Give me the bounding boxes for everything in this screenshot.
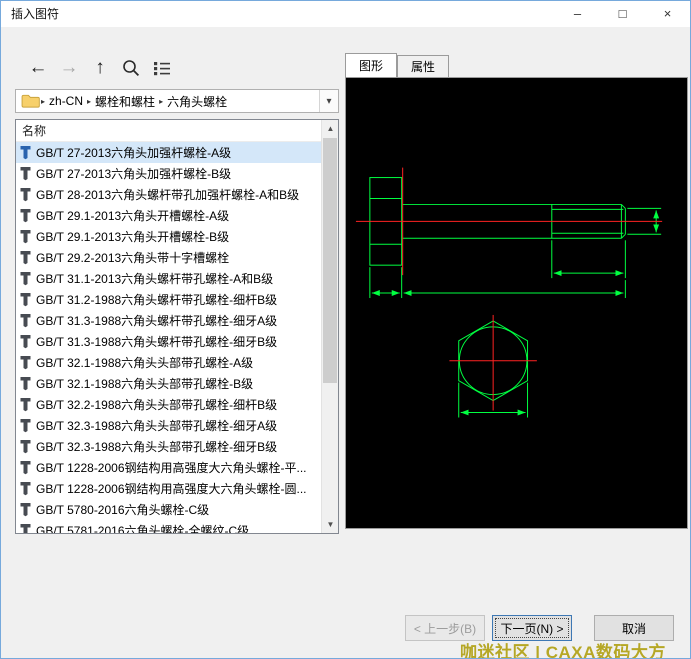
list-item[interactable]: GB/T 32.1-1988六角头头部带孔螺栓-B级 (16, 373, 321, 394)
list-item[interactable]: GB/T 31.2-1988六角头螺杆带孔螺栓-细杆B级 (16, 289, 321, 310)
bolt-icon (19, 418, 32, 433)
list-item[interactable]: GB/T 32.3-1988六角头头部带孔螺栓-细牙B级 (16, 436, 321, 457)
list-item[interactable]: GB/T 31.3-1988六角头螺杆带孔螺栓-细牙A级 (16, 310, 321, 331)
bolt-icon (19, 292, 32, 307)
breadcrumb-item-root[interactable]: zh-CN (46, 94, 86, 108)
bolt-icon (19, 250, 32, 265)
list-item[interactable]: GB/T 31.1-2013六角头螺杆带孔螺栓-A和B级 (16, 268, 321, 289)
bolt-icon (19, 355, 32, 370)
tab-graphic[interactable]: 图形 (345, 53, 397, 77)
list-item[interactable]: GB/T 32.1-1988六角头头部带孔螺栓-A级 (16, 352, 321, 373)
titlebar: 插入图符 – □ × (1, 1, 690, 27)
bolt-icon (19, 502, 32, 517)
list-item-label: GB/T 5780-2016六角头螺栓-C级 (36, 501, 209, 518)
list-item-label: GB/T 32.3-1988六角头头部带孔螺栓-细牙A级 (36, 417, 277, 434)
bolt-icon (19, 523, 32, 533)
breadcrumb-item-current[interactable]: 六角头螺栓 (164, 93, 230, 110)
bolt-icon (19, 229, 32, 244)
view-options-button[interactable] (151, 54, 173, 82)
list-item[interactable]: GB/T 27-2013六角头加强杆螺栓-A级 (16, 142, 321, 163)
back-button[interactable]: ← (27, 54, 49, 82)
list-item-label: GB/T 31.2-1988六角头螺杆带孔螺栓-细杆B级 (36, 291, 277, 308)
list-item[interactable]: GB/T 29.1-2013六角头开槽螺栓-B级 (16, 226, 321, 247)
list-item-label: GB/T 29.2-2013六角头带十字槽螺栓 (36, 249, 229, 266)
bolt-icon (19, 439, 32, 454)
tab-properties[interactable]: 属性 (397, 55, 449, 77)
chevron-down-icon: ▾ (326, 96, 331, 107)
bolt-icon (19, 397, 32, 412)
list-item-label: GB/T 31.3-1988六角头螺杆带孔螺栓-细牙B级 (36, 333, 277, 350)
scroll-down-icon[interactable]: ▼ (322, 516, 339, 533)
list-item-label: GB/T 28-2013六角头螺杆带孔加强杆螺栓-A和B级 (36, 186, 299, 203)
bolt-icon (19, 271, 32, 286)
list-item-label: GB/T 1228-2006钢结构用高强度大六角头螺栓-圆... (36, 480, 307, 497)
list-item-label: GB/T 32.3-1988六角头头部带孔螺栓-细牙B级 (36, 438, 277, 455)
close-button[interactable]: × (645, 1, 690, 27)
symbol-list-panel: 名称 GB/T 27-2013六角头加强杆螺栓-A级 GB/T 27-2013六… (15, 119, 339, 534)
list-item-label: GB/T 27-2013六角头加强杆螺栓-A级 (36, 144, 231, 161)
forward-button[interactable]: → (58, 54, 80, 82)
navigation-toolbar: ← → ↑ (27, 53, 173, 83)
list-item-label: GB/T 29.1-2013六角头开槽螺栓-A级 (36, 207, 229, 224)
list-item-label: GB/T 31.1-2013六角头螺杆带孔螺栓-A和B级 (36, 270, 273, 287)
insert-symbol-dialog: 插入图符 – □ × ← → ↑ (0, 0, 691, 659)
maximize-button[interactable]: □ (600, 1, 645, 27)
window-title: 插入图符 (11, 1, 59, 27)
list-item-label: GB/T 5781-2016六角头螺栓-全螺纹-C级 (36, 522, 249, 533)
list-item[interactable]: GB/T 1228-2006钢结构用高强度大六角头螺栓-圆... (16, 478, 321, 499)
list-item-label: GB/T 31.3-1988六角头螺杆带孔螺栓-细牙A级 (36, 312, 277, 329)
preview-tabstrip: 图形 属性 (345, 53, 449, 77)
search-button[interactable] (120, 54, 142, 82)
search-icon (121, 58, 141, 78)
details-view-icon (152, 59, 172, 77)
breadcrumb-item-category[interactable]: 螺栓和螺柱 (92, 93, 158, 110)
bolt-icon (19, 313, 32, 328)
window-controls: – □ × (555, 1, 690, 27)
bolt-icon (19, 481, 32, 496)
list-item[interactable]: GB/T 27-2013六角头加强杆螺栓-B级 (16, 163, 321, 184)
folder-icon (21, 94, 40, 109)
bolt-icon (19, 376, 32, 391)
list-item-label: GB/T 32.1-1988六角头头部带孔螺栓-B级 (36, 375, 253, 392)
list-item[interactable]: GB/T 1228-2006钢结构用高强度大六角头螺栓-平... (16, 457, 321, 478)
list-item[interactable]: GB/T 29.2-2013六角头带十字槽螺栓 (16, 247, 321, 268)
list-item[interactable]: GB/T 5780-2016六角头螺栓-C级 (16, 499, 321, 520)
bolt-icon (19, 187, 32, 202)
list-item-label: GB/T 32.2-1988六角头头部带孔螺栓-细杆B级 (36, 396, 277, 413)
list-item-label: GB/T 27-2013六角头加强杆螺栓-B级 (36, 165, 231, 182)
breadcrumb: ▸ zh-CN ▸ 螺栓和螺柱 ▸ 六角头螺栓 ▾ (15, 89, 339, 113)
watermark: 咖迷社区 | CAXA数码大方 (460, 638, 666, 659)
list-item[interactable]: GB/T 29.1-2013六角头开槽螺栓-A级 (16, 205, 321, 226)
minimize-button[interactable]: – (555, 1, 600, 27)
up-button[interactable]: ↑ (89, 54, 111, 82)
list-item[interactable]: GB/T 28-2013六角头螺杆带孔加强杆螺栓-A和B级 (16, 184, 321, 205)
list-header-column[interactable]: 名称 (16, 120, 321, 142)
list-item[interactable]: GB/T 31.3-1988六角头螺杆带孔螺栓-细牙B级 (16, 331, 321, 352)
file-list: GB/T 27-2013六角头加强杆螺栓-A级 GB/T 27-2013六角头加… (16, 142, 321, 533)
breadcrumb-dropdown-button[interactable]: ▾ (319, 90, 338, 112)
scrollbar-thumb[interactable] (323, 138, 337, 383)
bolt-icon (19, 334, 32, 349)
bolt-icon (19, 460, 32, 475)
bolt-icon (19, 208, 32, 223)
list-item-label: GB/T 32.1-1988六角头头部带孔螺栓-A级 (36, 354, 253, 371)
list-scrollbar[interactable]: ▲ ▼ (321, 120, 338, 533)
preview-canvas (345, 77, 688, 529)
list-header-label: 名称 (22, 124, 46, 138)
bolt-drawing (346, 78, 687, 528)
list-item[interactable]: GB/T 5781-2016六角头螺栓-全螺纹-C级 (16, 520, 321, 533)
bolt-icon (19, 166, 32, 181)
list-item-label: GB/T 1228-2006钢结构用高强度大六角头螺栓-平... (36, 459, 307, 476)
list-item[interactable]: GB/T 32.2-1988六角头头部带孔螺栓-细杆B级 (16, 394, 321, 415)
bolt-icon (19, 145, 32, 160)
list-item-label: GB/T 29.1-2013六角头开槽螺栓-B级 (36, 228, 229, 245)
scroll-up-icon[interactable]: ▲ (322, 120, 339, 137)
list-item[interactable]: GB/T 32.3-1988六角头头部带孔螺栓-细牙A级 (16, 415, 321, 436)
